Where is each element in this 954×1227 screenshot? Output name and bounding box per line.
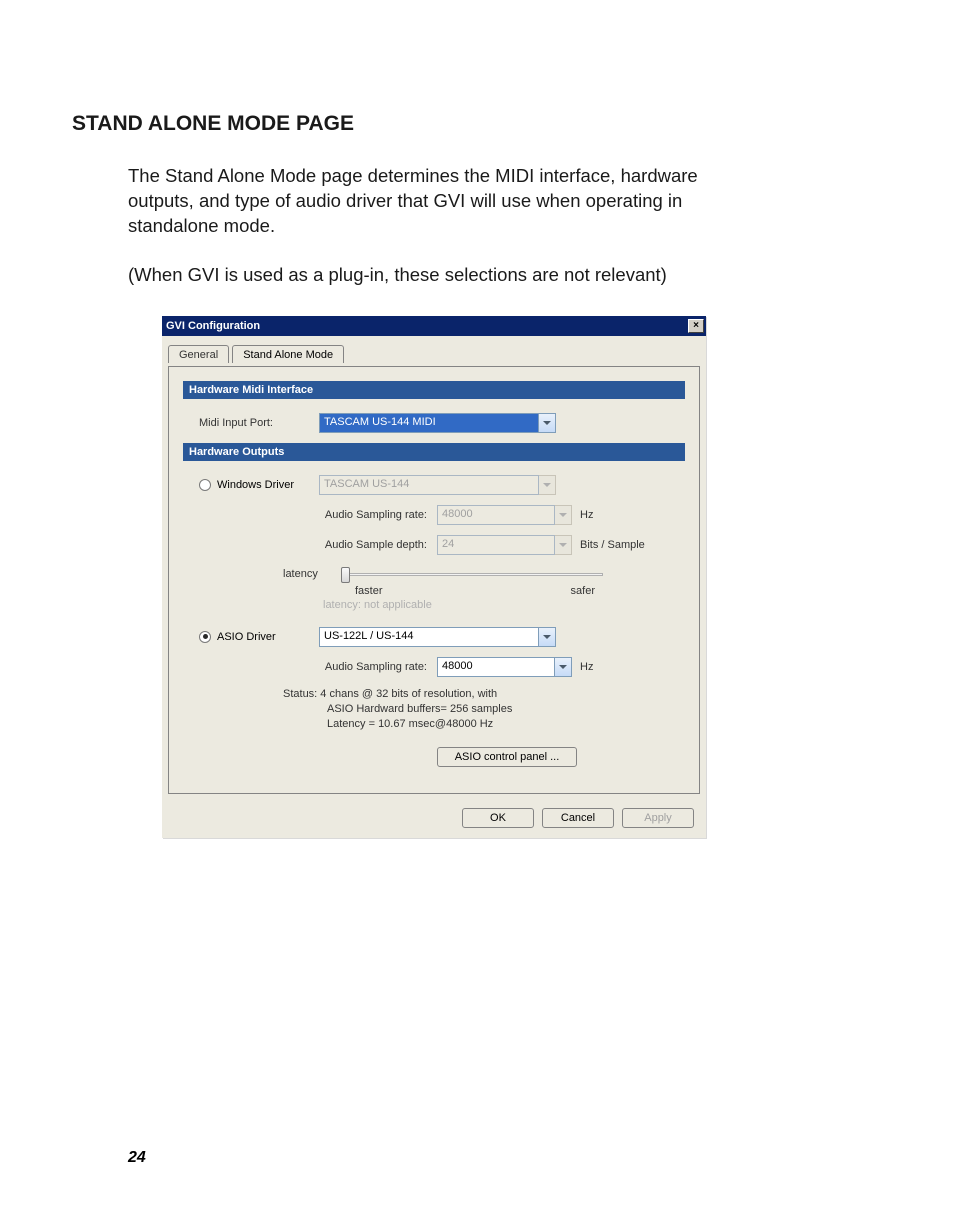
row-asio-driver: ASIO Driver US-122L / US-144 bbox=[183, 627, 685, 647]
windows-driver-label: Windows Driver bbox=[217, 479, 294, 491]
win-depth-label: Audio Sample depth: bbox=[199, 539, 437, 551]
slider-scale-labels: faster safer bbox=[183, 585, 603, 597]
row-latency-slider: latency bbox=[183, 565, 685, 583]
midi-input-dropdown-button[interactable] bbox=[539, 413, 556, 433]
win-rate-label: Audio Sampling rate: bbox=[199, 509, 437, 521]
win-rate-unit: Hz bbox=[580, 509, 593, 521]
row-midi-input: Midi Input Port: TASCAM US-144 MIDI bbox=[183, 413, 685, 433]
win-depth-value: 24 bbox=[437, 535, 555, 555]
faster-label: faster bbox=[355, 585, 383, 597]
windows-driver-dropdown-button bbox=[539, 475, 556, 495]
tab-stand-alone-mode[interactable]: Stand Alone Mode bbox=[232, 345, 344, 363]
asio-rate-dropdown-button[interactable] bbox=[555, 657, 572, 677]
win-rate-dropdown-button bbox=[555, 505, 572, 525]
section-hardware-outputs: Hardware Outputs bbox=[183, 443, 685, 461]
close-icon: × bbox=[693, 321, 699, 331]
asio-rate-combo[interactable]: 48000 bbox=[437, 657, 572, 677]
asio-driver-dropdown-button[interactable] bbox=[539, 627, 556, 647]
latency-label: latency bbox=[283, 568, 343, 580]
win-depth-unit: Bits / Sample bbox=[580, 539, 645, 551]
chevron-down-icon bbox=[559, 513, 567, 517]
asio-driver-radio[interactable] bbox=[199, 631, 211, 643]
apply-button: Apply bbox=[622, 808, 694, 828]
dialog-body: General Stand Alone Mode Hardware Midi I… bbox=[162, 336, 706, 839]
gvi-configuration-dialog: GVI Configuration × General Stand Alone … bbox=[162, 316, 706, 839]
win-depth-dropdown-button bbox=[555, 535, 572, 555]
midi-input-label: Midi Input Port: bbox=[199, 417, 319, 429]
asio-driver-label: ASIO Driver bbox=[217, 631, 276, 643]
chevron-down-icon bbox=[559, 665, 567, 669]
win-rate-combo: 48000 bbox=[437, 505, 572, 525]
midi-input-combo[interactable]: TASCAM US-144 MIDI bbox=[319, 413, 556, 433]
tabs-row: General Stand Alone Mode bbox=[168, 344, 700, 366]
asio-driver-combo[interactable]: US-122L / US-144 bbox=[319, 627, 556, 647]
asio-rate-value: 48000 bbox=[437, 657, 555, 677]
status-line-1: Status: 4 chans @ 32 bits of resolution,… bbox=[283, 687, 685, 702]
safer-label: safer bbox=[571, 585, 603, 597]
chevron-down-icon bbox=[543, 421, 551, 425]
tab-panel: Hardware Midi Interface Midi Input Port:… bbox=[168, 366, 700, 795]
page-heading: STAND ALONE MODE PAGE bbox=[72, 112, 882, 136]
asio-status-block: Status: 4 chans @ 32 bits of resolution,… bbox=[183, 687, 685, 732]
windows-driver-combo: TASCAM US-144 bbox=[319, 475, 556, 495]
asio-rate-label: Audio Sampling rate: bbox=[199, 661, 437, 673]
asio-control-panel-button[interactable]: ASIO control panel ... bbox=[437, 747, 577, 767]
page-number: 24 bbox=[128, 1149, 146, 1167]
titlebar: GVI Configuration × bbox=[162, 316, 706, 336]
midi-input-value: TASCAM US-144 MIDI bbox=[319, 413, 539, 433]
dialog-footer-buttons: OK Cancel Apply bbox=[168, 808, 700, 828]
section-hardware-midi: Hardware Midi Interface bbox=[183, 381, 685, 399]
windows-driver-value: TASCAM US-144 bbox=[319, 475, 539, 495]
asio-rate-unit: Hz bbox=[580, 661, 593, 673]
latency-not-applicable: latency: not applicable bbox=[183, 599, 685, 611]
ok-button[interactable]: OK bbox=[462, 808, 534, 828]
slider-thumb[interactable] bbox=[341, 567, 350, 583]
latency-slider[interactable] bbox=[343, 565, 603, 583]
asio-panel-button-row: ASIO control panel ... bbox=[183, 747, 685, 767]
paragraph-note: (When GVI is used as a plug-in, these se… bbox=[128, 263, 728, 288]
close-button[interactable]: × bbox=[688, 319, 704, 333]
win-depth-combo: 24 bbox=[437, 535, 572, 555]
tab-general[interactable]: General bbox=[168, 345, 229, 363]
row-windows-driver: Windows Driver TASCAM US-144 bbox=[183, 475, 685, 495]
row-win-sampling-rate: Audio Sampling rate: 48000 Hz bbox=[183, 505, 685, 525]
slider-track bbox=[343, 573, 603, 576]
status-line-3: Latency = 10.67 msec@48000 Hz bbox=[283, 717, 685, 732]
asio-driver-value: US-122L / US-144 bbox=[319, 627, 539, 647]
chevron-down-icon bbox=[559, 543, 567, 547]
chevron-down-icon bbox=[543, 635, 551, 639]
row-win-sample-depth: Audio Sample depth: 24 Bits / Sample bbox=[183, 535, 685, 555]
cancel-button[interactable]: Cancel bbox=[542, 808, 614, 828]
status-line-2: ASIO Hardward buffers= 256 samples bbox=[283, 702, 685, 717]
paragraph-intro: The Stand Alone Mode page determines the… bbox=[128, 164, 728, 239]
window-title: GVI Configuration bbox=[166, 320, 260, 332]
row-asio-sampling-rate: Audio Sampling rate: 48000 Hz bbox=[183, 657, 685, 677]
chevron-down-icon bbox=[543, 483, 551, 487]
windows-driver-radio[interactable] bbox=[199, 479, 211, 491]
win-rate-value: 48000 bbox=[437, 505, 555, 525]
